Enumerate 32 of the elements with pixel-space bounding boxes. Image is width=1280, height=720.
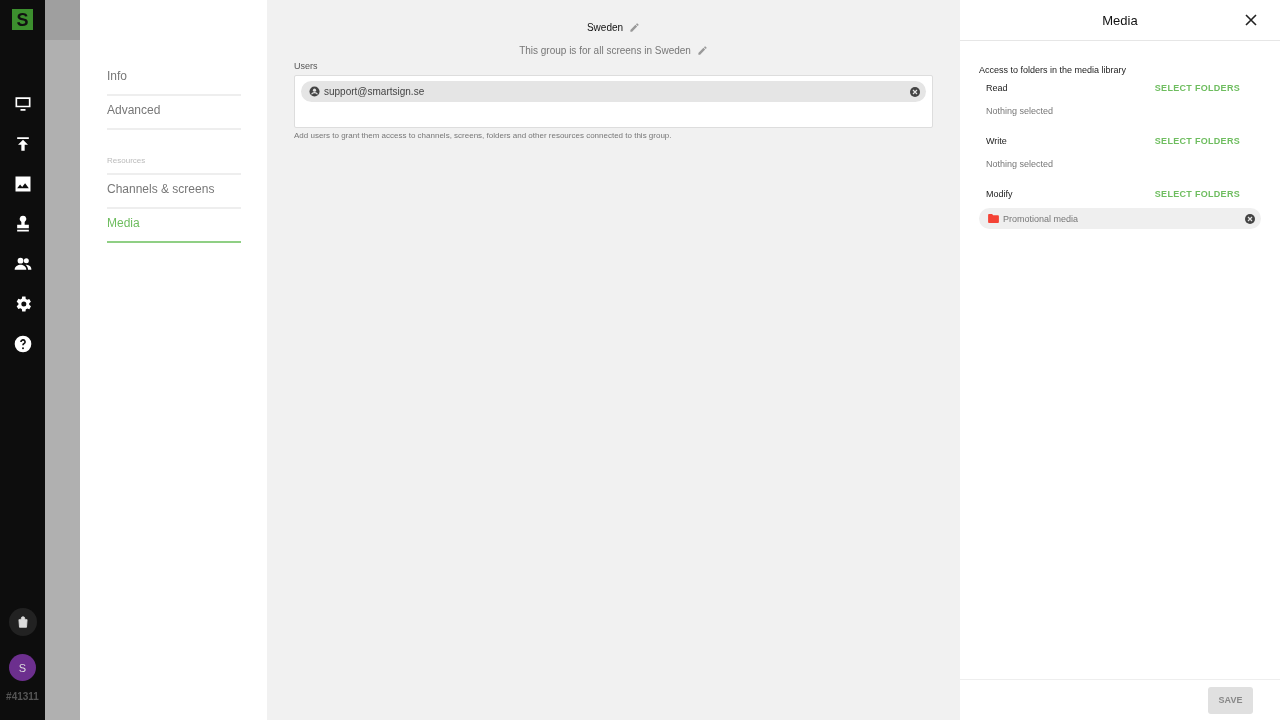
user-icon <box>309 86 320 97</box>
select-folders-button[interactable]: SELECT FOLDERS <box>1154 189 1240 199</box>
group-name: Sweden <box>586 22 624 33</box>
panel-title: Media <box>1102 12 1138 28</box>
nav-item[interactable]: Channels & screens <box>107 175 241 209</box>
nav-item[interactable]: Info <box>107 62 241 96</box>
logo[interactable]: S <box>12 9 33 30</box>
field-label: Users <box>294 61 319 71</box>
close-button[interactable] <box>1244 13 1258 27</box>
folder-icon <box>988 214 999 223</box>
permission-label: Write <box>986 136 1007 146</box>
remove-icon[interactable] <box>1245 213 1255 224</box>
nav-item[interactable]: Advanced <box>107 96 241 130</box>
permission-label: Modify <box>986 189 1013 199</box>
folder-chip[interactable]: Promotional media <box>979 208 1261 229</box>
bag-icon[interactable] <box>8 608 37 636</box>
header-bar <box>45 0 80 40</box>
user-chip[interactable]: support@smartsign.se <box>301 81 926 102</box>
avatar[interactable]: S <box>9 654 36 681</box>
select-folders-button[interactable]: SELECT FOLDERS <box>1154 136 1240 146</box>
select-folders-button[interactable]: SELECT FOLDERS <box>1154 83 1240 93</box>
permission-label: Read <box>986 83 1008 93</box>
remove-icon[interactable] <box>910 86 920 97</box>
help-icon[interactable] <box>12 334 33 354</box>
users-field[interactable]: support@smartsign.se <box>294 75 933 128</box>
helper-text: Add users to grant them access to channels, screens, folders and other resources connected to this group. <box>294 131 673 140</box>
group-description: This group is for all screens in Sweden <box>519 45 691 56</box>
nav-item[interactable]: Media <box>107 209 241 243</box>
account-id: #41311 <box>6 691 39 702</box>
empty-text: Nothing selected <box>985 105 1055 118</box>
empty-text: Nothing selected <box>985 158 1055 171</box>
section-heading: Access to folders in the media library <box>979 65 1128 75</box>
